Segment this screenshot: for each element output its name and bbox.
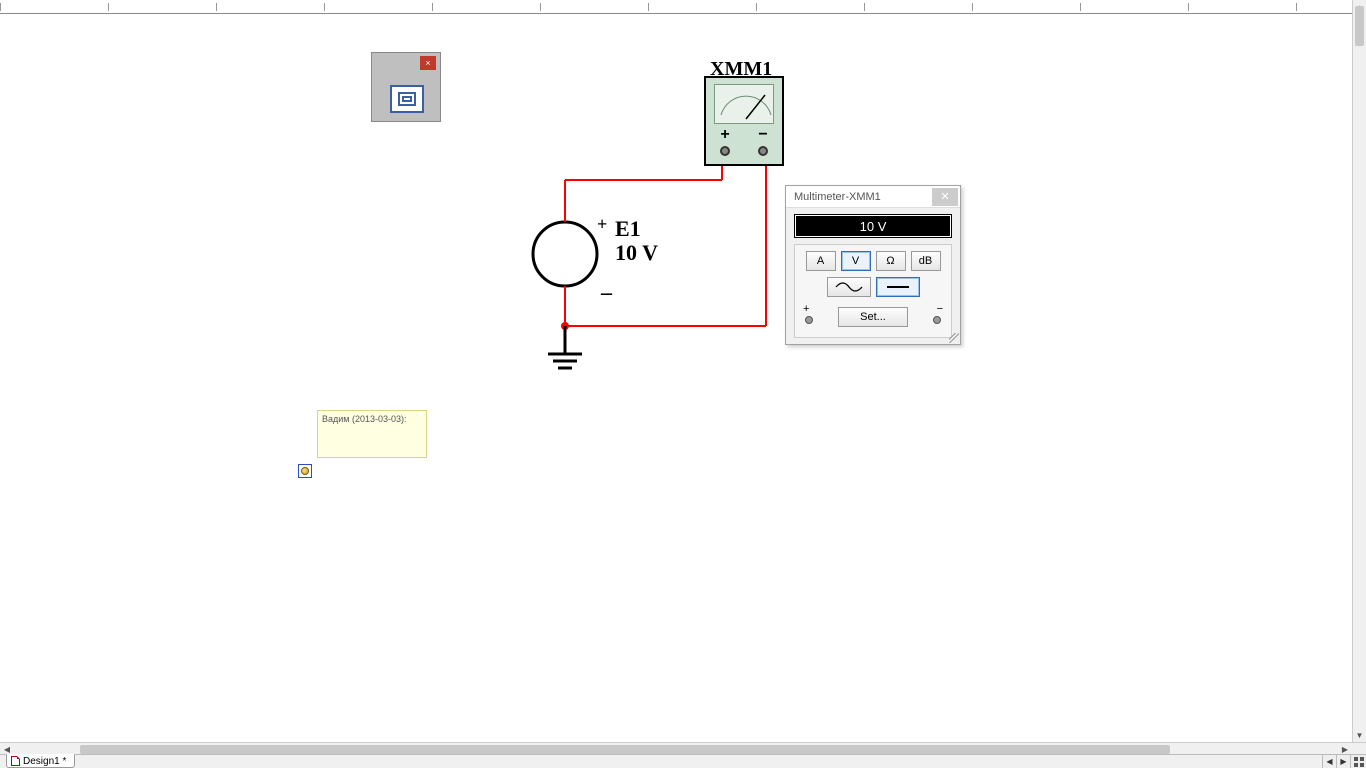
top-ruler <box>0 0 1352 14</box>
grid-icon <box>1354 757 1364 767</box>
vertical-scrollbar[interactable]: ▲ ▼ <box>1352 0 1366 742</box>
multimeter-reading: 10 V <box>794 214 952 238</box>
scroll-down-arrow-icon[interactable]: ▼ <box>1353 728 1366 742</box>
mode-volt-button[interactable]: V <box>841 251 871 271</box>
schematic-svg <box>0 14 1340 734</box>
palette-close-button[interactable]: × <box>420 56 436 70</box>
coupling-dc-button[interactable] <box>876 277 920 297</box>
hscroll-thumb[interactable] <box>80 745 1170 754</box>
palette-item-icon <box>398 92 416 106</box>
instrument-polarity: + − <box>706 126 782 144</box>
mode-db-button[interactable]: dB <box>911 251 941 271</box>
design-toolbox-palette[interactable]: × <box>371 52 441 122</box>
multimeter-dialog[interactable]: Multimeter-XMM1 ✕ 10 V A V Ω dB + <box>785 185 961 345</box>
sheet-tab-bar: Design1 * ◀ ▶ <box>0 754 1366 768</box>
dialog-port-minus[interactable] <box>933 316 941 324</box>
mode-row: A V Ω dB <box>801 251 945 271</box>
source-name[interactable]: E1 <box>615 216 641 242</box>
sine-icon <box>834 281 864 293</box>
dialog-title: Multimeter-XMM1 <box>794 191 930 203</box>
palette-item-button[interactable] <box>390 85 424 113</box>
comment-note[interactable]: Вадим (2013-03-03): <box>317 410 427 458</box>
coupling-ac-button[interactable] <box>827 277 871 297</box>
dialog-titlebar[interactable]: Multimeter-XMM1 ✕ <box>786 186 960 208</box>
tab-grid-button[interactable] <box>1350 755 1366 768</box>
source-plus: + <box>597 214 607 235</box>
instrument-plus: + <box>720 126 729 144</box>
close-icon: × <box>425 59 430 68</box>
ruler-ticks <box>0 3 1352 11</box>
comment-anchor-icon[interactable] <box>298 464 312 478</box>
multimeter-gauge <box>714 84 774 124</box>
instrument-ports <box>706 146 782 156</box>
dialog-resize-grip[interactable] <box>949 333 959 343</box>
dc-source-symbol <box>533 222 597 286</box>
sheet-tab[interactable]: Design1 * <box>6 754 75 768</box>
instrument-port-plus[interactable] <box>720 146 730 156</box>
note-icon <box>301 467 309 475</box>
dialog-close-button[interactable]: ✕ <box>932 188 958 206</box>
set-button[interactable]: Set... <box>838 307 908 327</box>
comment-text: Вадим (2013-03-03): <box>322 414 407 424</box>
dialog-terminal-row: + Set... − <box>801 303 945 327</box>
mode-ohm-button[interactable]: Ω <box>876 251 906 271</box>
schematic-canvas[interactable]: + _ E1 10 V XMM1 + − × Multimeter-XMM1 <box>0 14 1352 742</box>
dialog-term-minus: − <box>937 303 943 315</box>
close-icon: ✕ <box>940 190 949 203</box>
vscroll-thumb[interactable] <box>1355 6 1364 46</box>
document-icon <box>11 756 20 766</box>
dialog-port-plus[interactable] <box>805 316 813 324</box>
multimeter-instrument[interactable]: + − <box>704 76 784 166</box>
multimeter-controls: A V Ω dB + Set... − <box>794 244 952 338</box>
mode-amp-button[interactable]: A <box>806 251 836 271</box>
dialog-term-plus: + <box>803 303 809 315</box>
source-value[interactable]: 10 V <box>615 240 658 266</box>
tab-nav-right-button[interactable]: ▶ <box>1336 755 1350 768</box>
tab-nav-left-button[interactable]: ◀ <box>1322 755 1336 768</box>
dc-line-icon <box>883 281 913 293</box>
sheet-tab-label: Design1 * <box>23 756 66 767</box>
source-minus: _ <box>601 272 612 298</box>
instrument-minus: − <box>758 126 767 144</box>
instrument-port-minus[interactable] <box>758 146 768 156</box>
coupling-row <box>801 277 945 297</box>
